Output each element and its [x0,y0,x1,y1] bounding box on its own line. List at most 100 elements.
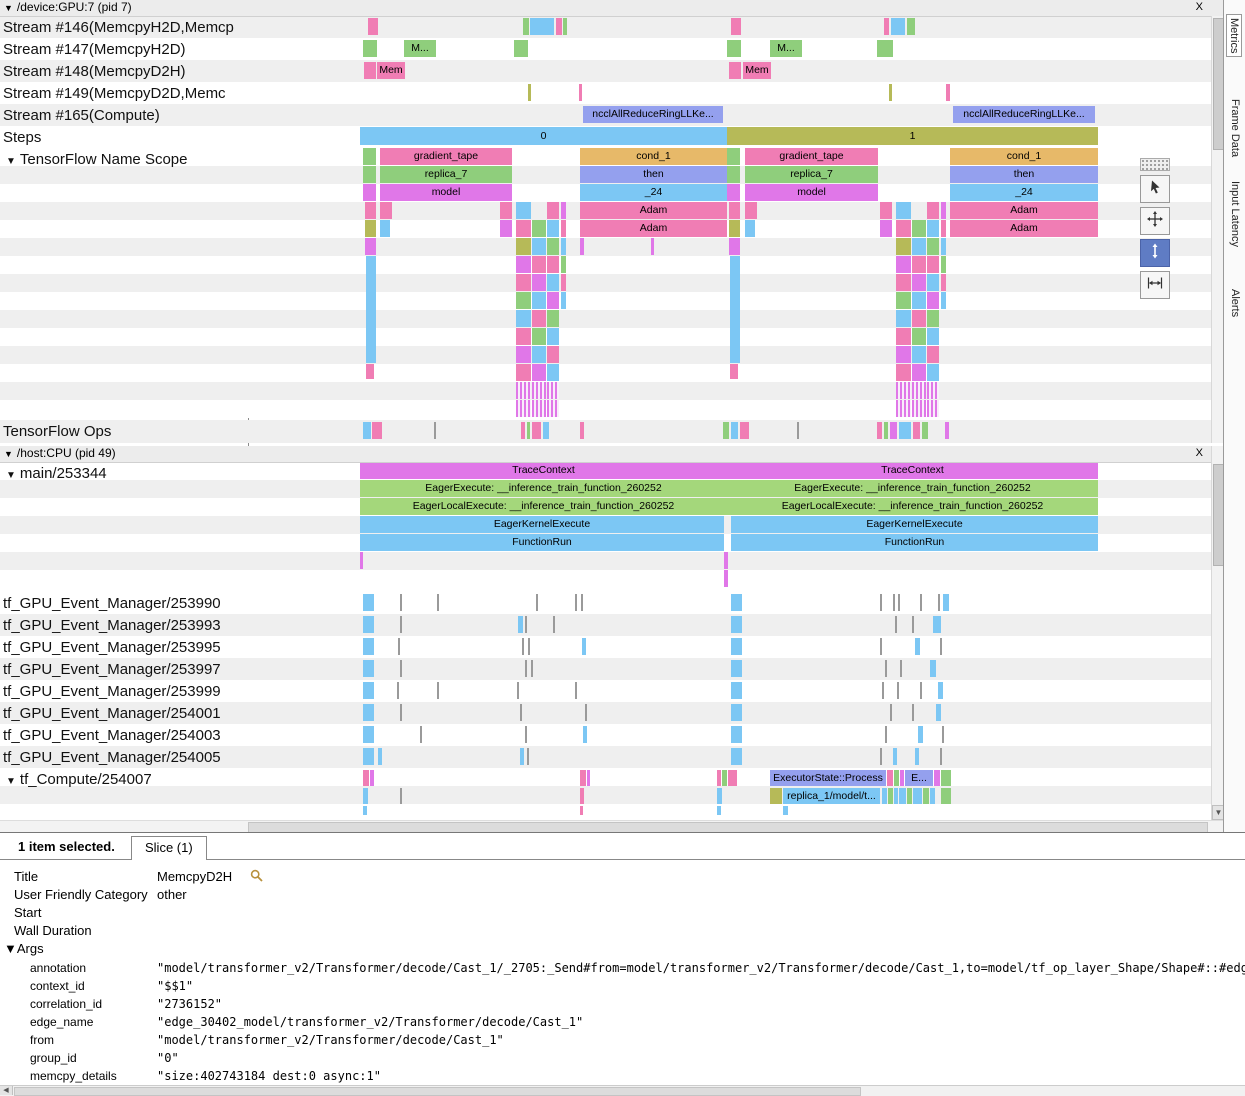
trace-slice[interactable] [896,382,911,399]
trace-slice[interactable]: EagerLocalExecute: __inference_train_fun… [727,498,1098,515]
trace-slice[interactable] [547,328,559,345]
page-horizontal-scrollbar[interactable]: ◀ [0,1085,1245,1096]
trace-slice[interactable] [531,660,533,677]
trace-slice[interactable] [514,40,528,57]
trace-slice[interactable]: ExecutorState::Process [770,770,886,786]
trace-slice[interactable] [437,594,439,611]
trace-slice[interactable]: M... [404,40,436,57]
trace-slice[interactable] [899,788,906,804]
trace-slice[interactable] [516,202,531,219]
trace-slice[interactable]: replica_7 [380,166,512,183]
trace-slice[interactable] [915,638,920,655]
trace-slice[interactable] [731,704,742,721]
trace-slice[interactable] [922,422,928,439]
trace-slice[interactable] [547,310,559,327]
trace-slice[interactable] [583,726,587,743]
trace-slice[interactable] [532,346,546,363]
trace-slice[interactable]: FunctionRun [360,534,724,551]
trace-slice[interactable] [912,274,926,291]
trace-slice[interactable] [532,364,546,381]
pan-tool-button[interactable] [1140,207,1170,235]
trace-slice[interactable] [516,382,531,399]
trace-slice[interactable]: EagerExecute: __inference_train_function… [360,480,727,497]
trace-slice[interactable] [516,274,531,291]
trace-slice[interactable] [927,364,939,381]
trace-slice[interactable] [543,422,549,439]
trace-slice[interactable]: gradient_tape [745,148,878,165]
collapse-icon[interactable]: ▼ [4,3,13,13]
trace-slice[interactable] [941,220,946,237]
trace-slice[interactable]: Adam [950,220,1098,237]
trace-slice[interactable]: FunctionRun [731,534,1098,551]
selection-tool-button[interactable] [1140,175,1170,203]
trace-slice[interactable] [420,726,422,743]
trace-slice[interactable] [880,594,882,611]
trace-slice[interactable] [880,220,892,237]
trace-slice[interactable] [532,328,546,345]
trace-slice[interactable] [575,594,577,611]
trace-slice[interactable] [516,364,531,381]
trace-slice[interactable] [927,310,939,327]
trace-slice[interactable] [729,62,741,79]
trace-slice[interactable] [363,166,376,183]
trace-slice[interactable] [889,84,892,101]
track-label[interactable]: ▼main/253344 [0,462,250,487]
trace-slice[interactable] [727,40,741,57]
trace-slice[interactable] [912,328,926,345]
gpu-close-button[interactable]: X [1196,0,1203,15]
trace-slice[interactable]: ncclAllReduceRingLLKe... [953,106,1095,123]
trace-slice[interactable] [363,704,374,721]
trace-slice[interactable] [730,256,740,363]
trace-slice[interactable] [516,220,531,237]
collapse-icon[interactable]: ▼ [6,470,16,481]
trace-slice[interactable] [547,202,559,219]
trace-slice[interactable] [724,570,728,587]
trace-slice[interactable]: M... [770,40,802,57]
trace-slice[interactable]: then [580,166,727,183]
tab-slice[interactable]: Slice (1) [131,836,207,860]
trace-timeline[interactable]: ▼/device:GPU:7 (pid 7) X ▼/host:CPU (pid… [0,0,1223,832]
trace-slice[interactable] [400,660,402,677]
trace-slice[interactable] [912,382,926,399]
trace-slice[interactable] [915,748,919,765]
trace-slice[interactable] [896,202,911,219]
trace-slice[interactable] [894,788,898,804]
trace-slice[interactable] [927,220,939,237]
trace-slice[interactable] [728,770,737,786]
trace-slice[interactable] [920,682,922,699]
trace-slice[interactable] [940,748,942,765]
trace-slice[interactable] [363,616,374,633]
trace-slice[interactable] [912,256,926,273]
trace-slice[interactable] [522,638,524,655]
trace-slice[interactable] [938,682,943,699]
trace-slice[interactable] [547,364,559,381]
trace-slice[interactable] [516,310,531,327]
trace-slice[interactable] [398,638,400,655]
trace-slice[interactable] [380,202,392,219]
trace-slice[interactable] [525,660,527,677]
trace-slice[interactable] [927,382,939,399]
trace-slice[interactable] [727,148,740,165]
trace-slice[interactable] [882,682,884,699]
trace-slice[interactable] [941,274,946,291]
trace-slice[interactable] [363,806,367,815]
trace-slice[interactable] [400,616,402,633]
scroll-left-arrow-icon[interactable]: ◀ [0,1086,13,1095]
trace-slice[interactable]: replica_7 [745,166,878,183]
trace-slice[interactable] [363,748,374,765]
trace-slice[interactable] [516,328,531,345]
trace-slice[interactable] [897,682,899,699]
host-close-button[interactable]: X [1196,446,1203,461]
trace-slice[interactable] [912,238,926,255]
trace-slice[interactable] [943,594,949,611]
trace-slice[interactable]: EagerLocalExecute: __inference_train_fun… [360,498,727,515]
trace-slice[interactable] [730,364,738,379]
trace-slice[interactable] [896,328,911,345]
track-label[interactable]: ▼TensorFlow Name Scope [0,148,250,173]
trace-slice[interactable] [895,616,897,633]
trace-slice[interactable] [530,18,554,35]
collapse-icon[interactable]: ▼ [6,776,16,787]
trace-slice[interactable] [923,788,929,804]
trace-slice[interactable] [717,788,722,804]
trace-slice[interactable] [363,638,374,655]
